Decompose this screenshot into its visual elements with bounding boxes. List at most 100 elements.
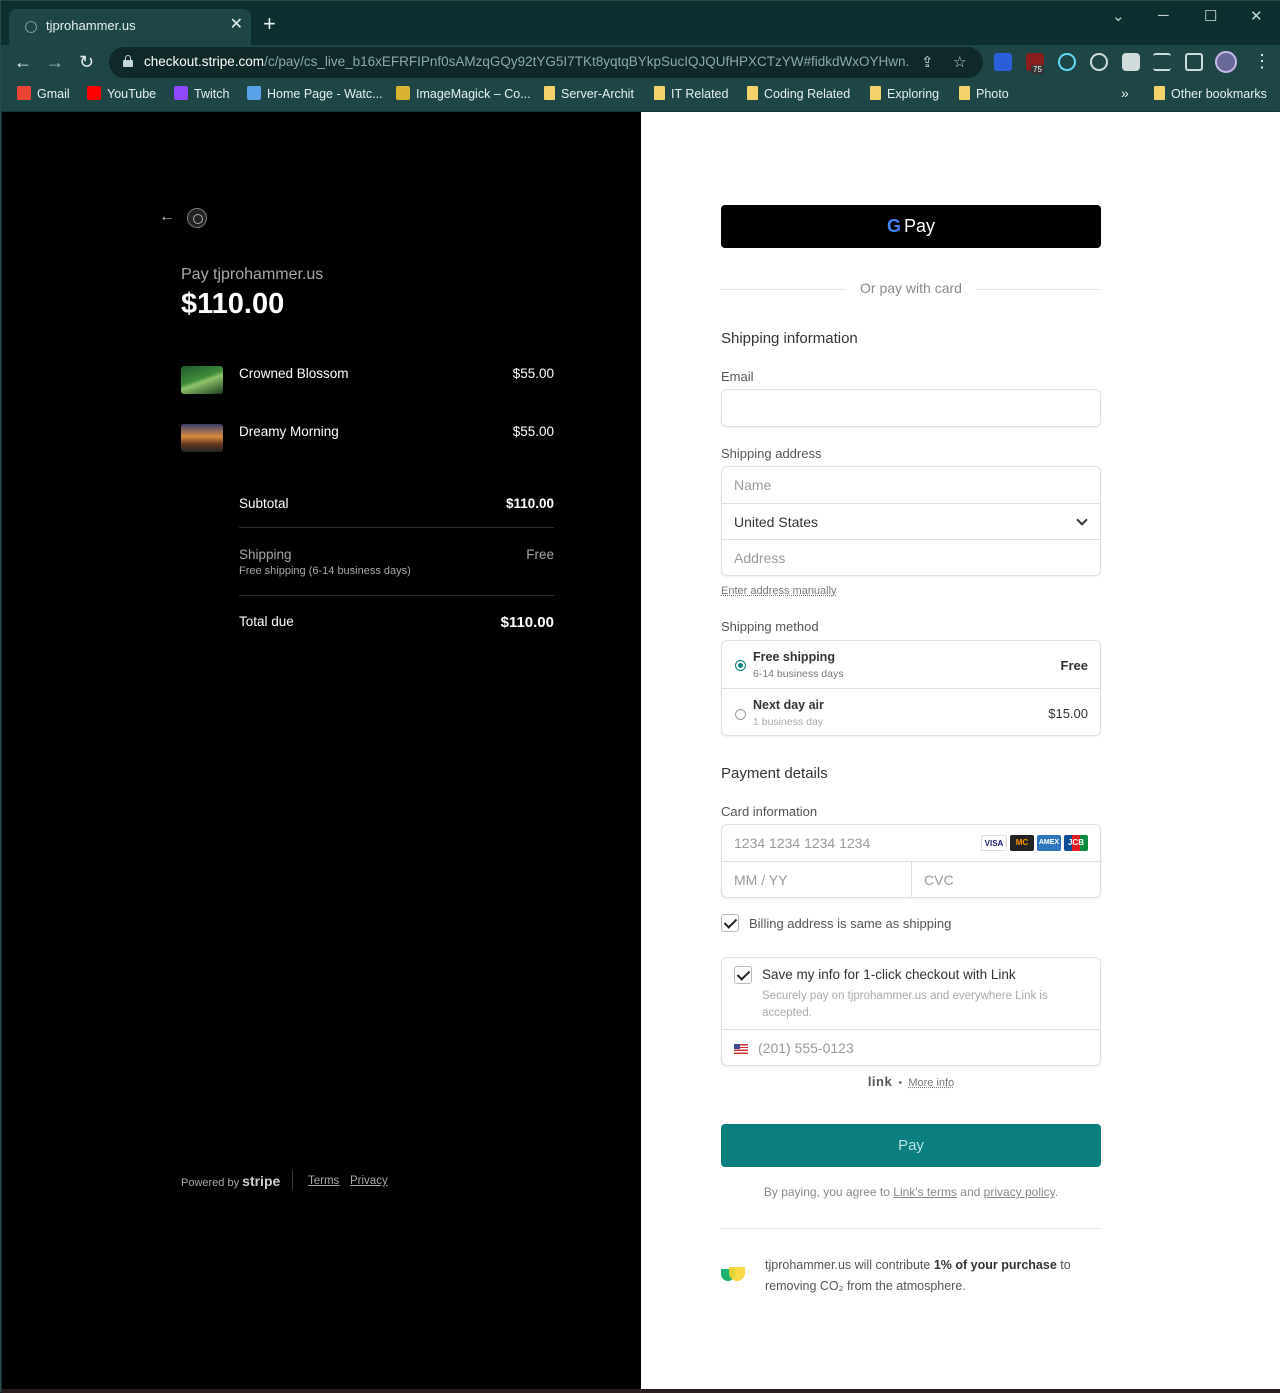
tab-active[interactable]: tjprohammer.us ✕ (9, 9, 251, 45)
new-tab-button[interactable]: + (263, 13, 276, 35)
google-pay-button[interactable]: G Pay (721, 205, 1101, 248)
amex-icon: AMEX (1037, 835, 1061, 851)
save-info-title: Save my info for 1-click checkout with L… (762, 967, 1016, 982)
shipping-value: Free (526, 547, 554, 562)
item-name: Dreamy Morning (239, 424, 339, 439)
maximize-button[interactable]: ☐ (1204, 7, 1217, 25)
shipping-address-group: Name United States Address (721, 466, 1101, 576)
google-g-icon: G (886, 216, 901, 236)
payment-form: G Pay Or pay with card Shipping informati… (641, 112, 1280, 1389)
us-flag-icon[interactable] (734, 1044, 748, 1054)
terms-text: By paying, you agree to Link's terms and… (763, 1185, 1059, 1199)
tab-close-icon[interactable]: ✕ (230, 16, 243, 34)
card-number-field[interactable]: 1234 1234 1234 1234 VISA MC AMEX JCB (722, 825, 1100, 861)
divider (721, 1228, 1101, 1229)
target-icon[interactable] (1090, 53, 1108, 71)
bookmark-youtube[interactable]: YouTube (87, 86, 156, 101)
expiry-field[interactable]: MM / YY (722, 861, 912, 897)
lock-icon (123, 55, 133, 67)
name-field[interactable]: Name (722, 467, 1100, 503)
gmail-icon (17, 86, 31, 100)
bookmarks-bar: Gmail YouTube Twitch Home Page - Watc...… (1, 81, 1280, 111)
more-info-link[interactable]: More info (908, 1077, 954, 1089)
product-thumbnail (181, 366, 223, 394)
shipping-option-free[interactable]: Free shipping 6-14 business days Free (722, 641, 1100, 688)
other-bookmarks[interactable]: Other bookmarks (1154, 86, 1267, 101)
enter-address-manually-link[interactable]: Enter address manually (721, 585, 837, 597)
stripe-logo: stripe (242, 1173, 281, 1189)
link-logo: link (867, 1074, 893, 1089)
react-devtools-icon[interactable] (1058, 53, 1076, 71)
minimize-button[interactable]: ─ (1158, 7, 1169, 24)
forward-button[interactable]: → (46, 51, 64, 73)
bookmark-folder-it-related[interactable]: IT Related (654, 86, 728, 101)
pencil-icon (247, 86, 261, 100)
divider (239, 527, 554, 528)
browser-window: tjprohammer.us ✕ + ⌄ ─ ☐ ✕ ← → ↻ checkou… (0, 0, 1280, 1393)
email-label: Email (721, 369, 754, 384)
pay-button[interactable]: Pay (721, 1124, 1101, 1167)
shipping-option-next-day[interactable]: Next day air 1 business day $15.00 (722, 688, 1100, 736)
radio-selected[interactable] (735, 660, 746, 671)
phone-field[interactable]: (201) 555-0123 (722, 1029, 1100, 1066)
shipping-label: Shipping (239, 547, 292, 562)
billing-same-checkbox[interactable] (721, 914, 739, 932)
radio-unselected[interactable] (735, 709, 746, 720)
divider (292, 1170, 293, 1190)
chevron-down-icon (1076, 514, 1088, 526)
close-window-button[interactable]: ✕ (1250, 7, 1263, 25)
extension-badge: 75 (1031, 65, 1044, 74)
back-arrow-icon[interactable]: ← (159, 208, 175, 226)
folder-icon (654, 86, 665, 100)
shipping-address-label: Shipping address (721, 446, 822, 461)
reload-button[interactable]: ↻ (79, 51, 94, 73)
bookmark-folder-coding-related[interactable]: Coding Related (747, 86, 850, 101)
mastercard-icon: MC (1010, 835, 1034, 851)
side-panel-icon[interactable] (1185, 53, 1203, 71)
bookmark-home-page[interactable]: Home Page - Watc... (247, 86, 383, 101)
merchant-logo (187, 208, 207, 228)
address-field[interactable]: Address (722, 539, 1100, 575)
card-info-label: Card information (721, 804, 818, 819)
avatar[interactable] (1215, 51, 1237, 73)
item-name: Crowned Blossom (239, 366, 349, 381)
item-price: $55.00 (512, 366, 554, 381)
puzzle-icon[interactable] (1122, 53, 1140, 71)
bookmark-imagemagick[interactable]: ImageMagick – Co... (396, 86, 531, 101)
privacy-link[interactable]: Privacy (350, 1175, 388, 1187)
bookmark-gmail[interactable]: Gmail (17, 86, 70, 101)
star-icon[interactable]: ☆ (953, 53, 966, 71)
bookmarks-overflow-button[interactable]: » (1121, 85, 1129, 101)
climate-leaf-icon (721, 1267, 745, 1283)
save-info-checkbox[interactable] (734, 966, 752, 984)
link-terms-link[interactable]: Link's terms (893, 1185, 957, 1199)
browser-toolbar: ← → ↻ checkout.stripe.com/c/pay/cs_live_… (1, 45, 1280, 81)
youtube-icon (87, 86, 101, 100)
url-text: checkout.stripe.com/c/pay/cs_live_b16xEF… (144, 54, 909, 69)
or-pay-with-card: Or pay with card (721, 280, 1101, 296)
back-button[interactable]: ← (14, 51, 32, 73)
cvc-field[interactable]: CVC (912, 861, 1102, 897)
item-price: $55.00 (512, 424, 554, 439)
bookmark-folder-exploring[interactable]: Exploring (870, 86, 939, 101)
bookmark-twitch[interactable]: Twitch (174, 86, 229, 101)
divider (239, 595, 554, 596)
media-icon[interactable] (1153, 53, 1171, 71)
folder-icon (959, 86, 970, 100)
privacy-policy-link[interactable]: privacy policy (984, 1185, 1055, 1199)
tab-title: tjprohammer.us (46, 18, 136, 33)
country-select[interactable]: United States (722, 503, 1100, 539)
tab-search-icon[interactable]: ⌄ (1112, 7, 1125, 25)
window-bottom-edge (2, 1389, 1280, 1393)
bookmark-folder-server-archit[interactable]: Server-Archit (544, 86, 634, 101)
bookmark-folder-photo[interactable]: Photo (959, 86, 1009, 101)
powered-by[interactable]: Powered by stripe (181, 1173, 280, 1189)
address-bar[interactable]: checkout.stripe.com/c/pay/cs_live_b16xEF… (109, 47, 983, 78)
email-field[interactable] (721, 389, 1101, 427)
folder-icon (870, 86, 881, 100)
share-icon[interactable]: ⇪ (921, 53, 934, 71)
folder-icon (544, 86, 555, 100)
terms-link[interactable]: Terms (308, 1175, 339, 1187)
extension-icon[interactable] (994, 53, 1012, 71)
menu-icon[interactable]: ⋮ (1253, 51, 1271, 72)
